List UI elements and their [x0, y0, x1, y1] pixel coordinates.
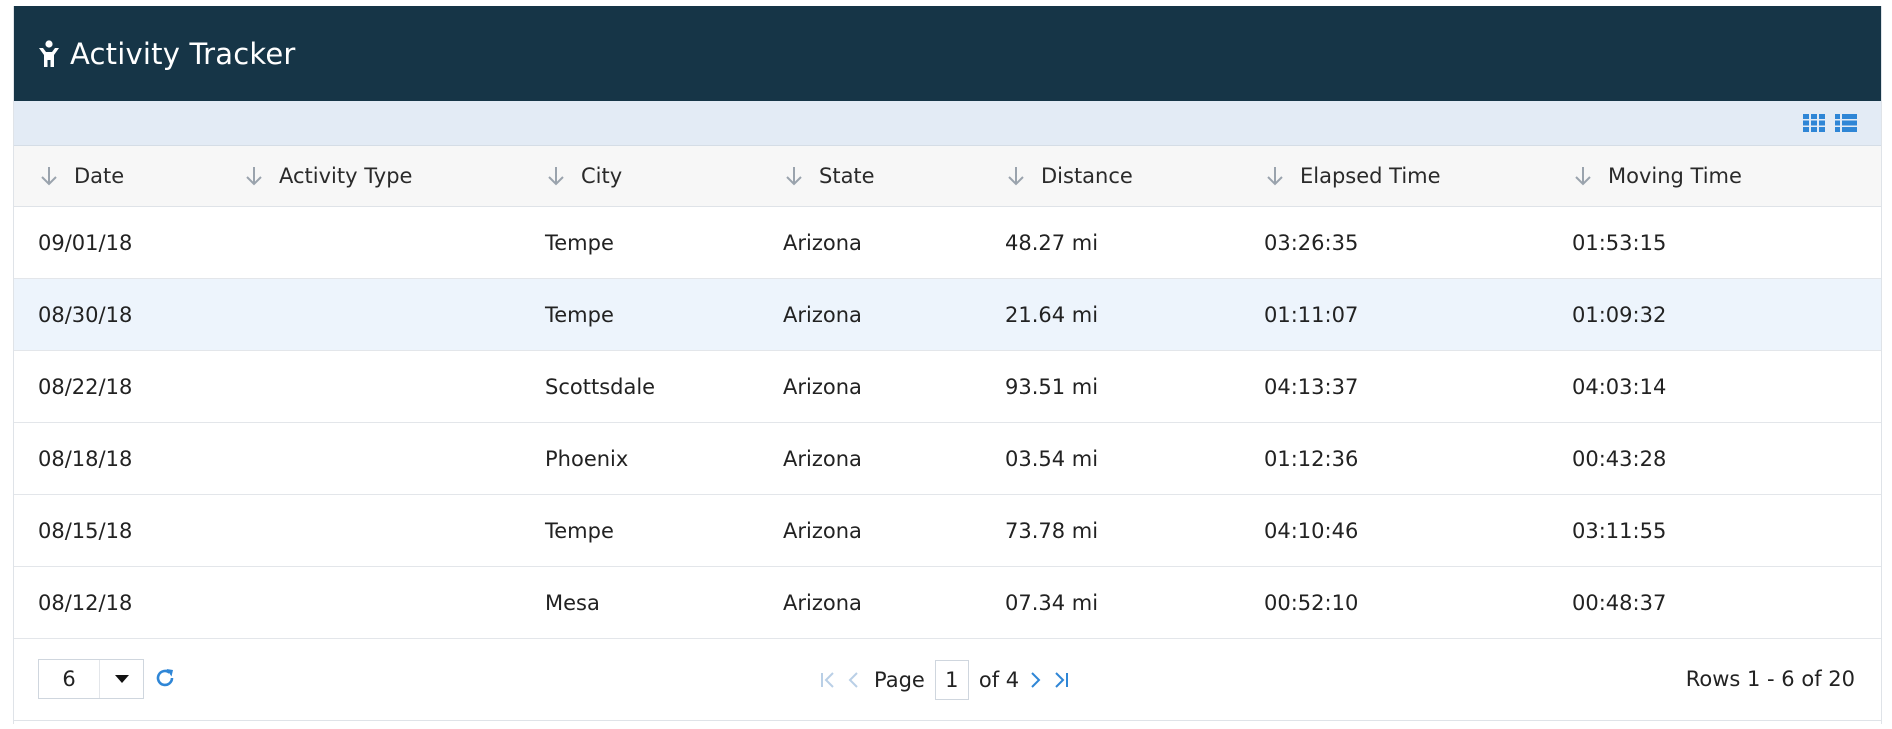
- view-toolbar: [14, 101, 1881, 146]
- cell-distance: 73.78 mi: [1005, 518, 1099, 543]
- cell-distance: 21.64 mi: [1005, 302, 1099, 327]
- column-label: Distance: [1041, 164, 1133, 188]
- sort-arrow-icon: [243, 165, 265, 187]
- chevron-down-icon[interactable]: [100, 660, 143, 698]
- cell-distance: 93.51 mi: [1005, 374, 1099, 399]
- page-size-value: 6: [39, 660, 100, 698]
- cell-distance: 07.34 mi: [1005, 590, 1099, 615]
- cell-state: Arizona: [783, 302, 862, 327]
- cell-moving-time: 04:03:14: [1572, 374, 1667, 399]
- column-header-date[interactable]: Date: [14, 164, 243, 188]
- page-label: Page: [874, 668, 925, 692]
- table-row[interactable]: 08/30/18 Tempe Arizona 21.64 mi 01:11:07…: [14, 279, 1881, 351]
- cell-date: 08/22/18: [38, 374, 133, 399]
- column-label: Elapsed Time: [1300, 164, 1441, 188]
- table-footer: 6 Page 1 of 4 Rows 1 - 6 of 20: [14, 639, 1881, 721]
- sort-arrow-icon: [1264, 165, 1286, 187]
- activity-table: Date Activity Type City State Distance E…: [14, 146, 1881, 639]
- column-label: State: [819, 164, 875, 188]
- cell-city: Phoenix: [545, 446, 629, 471]
- cell-elapsed-time: 04:13:37: [1264, 374, 1359, 399]
- page-number-input[interactable]: 1: [934, 660, 969, 700]
- page-count-label: of 4: [978, 668, 1020, 692]
- sort-arrow-icon: [1572, 165, 1594, 187]
- column-header-elapsed-time[interactable]: Elapsed Time: [1264, 164, 1572, 188]
- page-size-select[interactable]: 6: [38, 659, 144, 699]
- table-row[interactable]: 08/12/18 Mesa Arizona 07.34 mi 00:52:10 …: [14, 567, 1881, 639]
- person-icon: [38, 39, 60, 68]
- cell-moving-time: 03:11:55: [1572, 518, 1667, 543]
- cell-state: Arizona: [783, 590, 862, 615]
- sort-arrow-icon: [545, 165, 567, 187]
- cell-date: 08/15/18: [38, 518, 133, 543]
- cell-elapsed-time: 01:11:07: [1264, 302, 1359, 327]
- column-label: Date: [74, 164, 125, 188]
- cell-state: Arizona: [783, 518, 862, 543]
- cell-moving-time: 00:48:37: [1572, 590, 1667, 615]
- column-header-moving-time[interactable]: Moving Time: [1572, 164, 1881, 188]
- last-page-icon[interactable]: [1051, 670, 1071, 690]
- cell-moving-time: 01:09:32: [1572, 302, 1667, 327]
- cell-date: 08/12/18: [38, 590, 133, 615]
- column-header-distance[interactable]: Distance: [1005, 164, 1264, 188]
- column-header-state[interactable]: State: [783, 164, 1005, 188]
- title-bar: Activity Tracker: [14, 6, 1881, 101]
- sort-arrow-icon: [38, 165, 60, 187]
- cell-city: Scottsdale: [545, 374, 656, 399]
- cell-elapsed-time: 00:52:10: [1264, 590, 1359, 615]
- column-header-city[interactable]: City: [545, 164, 783, 188]
- sort-arrow-icon: [1005, 165, 1027, 187]
- table-row[interactable]: 09/01/18 Tempe Arizona 48.27 mi 03:26:35…: [14, 207, 1881, 279]
- first-page-icon[interactable]: [818, 670, 838, 690]
- page-title: Activity Tracker: [70, 36, 296, 71]
- grid-view-icon[interactable]: [1803, 114, 1825, 132]
- column-header-activity-type[interactable]: Activity Type: [243, 164, 545, 188]
- previous-page-icon[interactable]: [846, 670, 862, 690]
- column-label: Moving Time: [1608, 164, 1742, 188]
- cell-state: Arizona: [783, 374, 862, 399]
- cell-elapsed-time: 04:10:46: [1264, 518, 1359, 543]
- cell-date: 09/01/18: [38, 230, 133, 255]
- cell-date: 08/30/18: [38, 302, 133, 327]
- column-label: City: [581, 164, 623, 188]
- cell-distance: 03.54 mi: [1005, 446, 1099, 471]
- list-view-icon[interactable]: [1835, 114, 1857, 132]
- cell-date: 08/18/18: [38, 446, 133, 471]
- next-page-icon[interactable]: [1027, 670, 1043, 690]
- cell-moving-time: 01:53:15: [1572, 230, 1667, 255]
- rows-count-label: Rows 1 - 6 of 20: [1685, 667, 1855, 691]
- table-row[interactable]: 08/18/18 Phoenix Arizona 03.54 mi 01:12:…: [14, 423, 1881, 495]
- refresh-icon[interactable]: [154, 667, 176, 689]
- cell-elapsed-time: 03:26:35: [1264, 230, 1359, 255]
- cell-moving-time: 00:43:28: [1572, 446, 1667, 471]
- pagination: Page 1 of 4: [814, 659, 1075, 701]
- cell-elapsed-time: 01:12:36: [1264, 446, 1359, 471]
- table-row[interactable]: 08/15/18 Tempe Arizona 73.78 mi 04:10:46…: [14, 495, 1881, 567]
- cell-state: Arizona: [783, 230, 862, 255]
- table-header: Date Activity Type City State Distance E…: [14, 146, 1881, 207]
- cell-city: Tempe: [545, 302, 614, 327]
- cell-city: Tempe: [545, 518, 614, 543]
- cell-city: Mesa: [545, 590, 600, 615]
- sort-arrow-icon: [783, 165, 805, 187]
- activity-tracker-app: Activity Tracker Date Activity Type City…: [13, 6, 1882, 724]
- cell-city: Tempe: [545, 230, 614, 255]
- cell-distance: 48.27 mi: [1005, 230, 1099, 255]
- table-row[interactable]: 08/22/18 Scottsdale Arizona 93.51 mi 04:…: [14, 351, 1881, 423]
- cell-state: Arizona: [783, 446, 862, 471]
- column-label: Activity Type: [279, 164, 413, 188]
